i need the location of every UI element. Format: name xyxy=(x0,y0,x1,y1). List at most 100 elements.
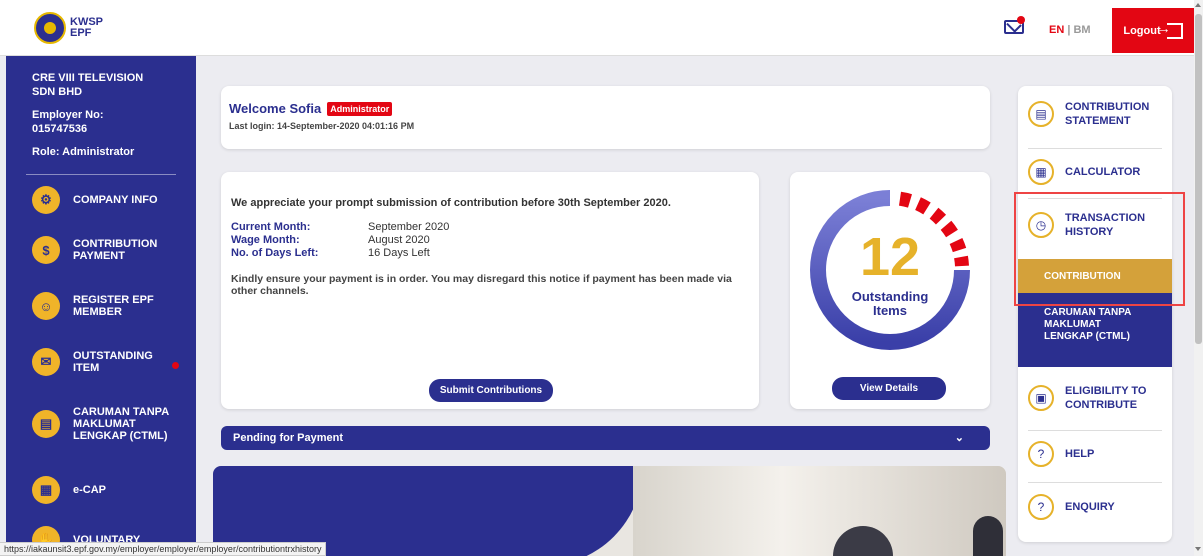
welcome-card: Welcome Sofia Administrator Last login: … xyxy=(221,86,990,149)
wage-month-row: Wage Month: August 2020 xyxy=(231,234,759,247)
page-scrollbar[interactable] xyxy=(1194,0,1203,556)
calculator-icon: ▦ xyxy=(1028,159,1054,185)
company-name-line1: CRE VIII TELEVISION xyxy=(32,72,144,84)
lang-en[interactable]: EN xyxy=(1049,24,1064,36)
menu-label-line1: ELIGIBILITY TO xyxy=(1065,385,1147,397)
scroll-thumb[interactable] xyxy=(1195,14,1202,344)
last-login: Last login: 14-September-2020 04:01:16 P… xyxy=(229,121,415,131)
submenu-contribution[interactable]: CONTRIBUTION xyxy=(1018,259,1172,293)
notice-info: Current Month: September 2020 Wage Month… xyxy=(231,221,759,260)
outstanding-alert-dot xyxy=(172,362,179,369)
menu-help[interactable]: ? HELP xyxy=(1028,441,1094,467)
menu-transaction-history[interactable]: ◷ TRANSACTION HISTORY xyxy=(1028,211,1145,239)
scroll-up-icon[interactable] xyxy=(1195,3,1201,7)
menu-label-line1: ENQUIRY xyxy=(1065,501,1115,513)
days-left-value: 16 Days Left xyxy=(368,247,430,259)
sidebar-item-outstanding-item[interactable]: ✉ OUTSTANDING ITEM xyxy=(32,348,173,376)
submenu-ctml[interactable]: CARUMAN TANPA MAKLUMAT LENGKAP (CTML) xyxy=(1018,293,1172,367)
current-month-value: September 2020 xyxy=(368,221,450,233)
menu-contribution-statement[interactable]: ▤ CONTRIBUTION STATEMENT xyxy=(1028,100,1149,128)
clock-icon: ◷ xyxy=(1028,212,1054,238)
notification-dot xyxy=(1017,16,1025,24)
gear-icon: ⚙ xyxy=(32,186,60,214)
menu-divider xyxy=(1028,430,1162,431)
sidebar-item-ctml[interactable]: ▤ CARUMAN TANPA MAKLUMAT LENGKAP (CTML) xyxy=(32,406,181,442)
submit-contributions-button[interactable]: Submit Contributions xyxy=(429,379,553,402)
role: Role: Administrator xyxy=(32,146,135,158)
logout-label: Logout xyxy=(1123,24,1161,37)
submenu-ctml-line2: MAKLUMAT xyxy=(1044,319,1102,330)
current-month-label: Current Month: xyxy=(231,221,311,233)
quick-links-panel: ▤ CONTRIBUTION STATEMENT ▦ CALCULATOR ◷ … xyxy=(1018,86,1172,542)
sidebar-item-label: e-CAP xyxy=(73,484,107,496)
language-switch: EN | BM xyxy=(1049,24,1091,36)
employer-no-label: Employer No: xyxy=(32,109,104,121)
sidebar-item-label: CARUMAN TANPA MAKLUMAT LENGKAP (CTML) xyxy=(73,406,169,442)
menu-label-line2: HISTORY xyxy=(1065,226,1114,238)
outstanding-label-line2: Items xyxy=(873,303,907,318)
outstanding-label: Outstanding Items xyxy=(790,290,990,318)
menu-calculator[interactable]: ▦ CALCULATOR xyxy=(1028,159,1140,185)
menu-label-line2: STATEMENT xyxy=(1065,115,1131,127)
current-month-row: Current Month: September 2020 xyxy=(231,221,759,234)
sidebar-item-register-member[interactable]: ☺ REGISTER EPF MEMBER xyxy=(32,292,173,320)
enquiry-icon: ? xyxy=(1028,494,1054,520)
logo-line2: EPF xyxy=(70,27,92,39)
sidebar-item-label: CONTRIBUTION PAYMENT xyxy=(73,238,158,262)
status-url: https://iakaunsit3.epf.gov.my/employer/e… xyxy=(0,542,327,556)
sidebar: CRE VIII TELEVISION SDN BHD Employer No:… xyxy=(6,56,196,548)
menu-eligibility[interactable]: ▣ ELIGIBILITY TO CONTRIBUTE xyxy=(1028,384,1147,412)
view-details-button[interactable]: View Details xyxy=(832,377,946,400)
employer-no: 015747536 xyxy=(32,123,88,135)
outstanding-count: 12 xyxy=(859,227,921,287)
sidebar-item-contribution-payment[interactable]: $ CONTRIBUTION PAYMENT xyxy=(32,236,173,264)
role-badge: Administrator xyxy=(327,101,393,116)
menu-divider xyxy=(1028,198,1162,199)
lang-bm[interactable]: BM xyxy=(1073,24,1090,36)
notice-message: We appreciate your prompt submission of … xyxy=(231,197,671,209)
menu-enquiry[interactable]: ? ENQUIRY xyxy=(1028,494,1115,520)
menu-label-line1: CALCULATOR xyxy=(1065,166,1141,178)
menu-label-line1: TRANSACTION xyxy=(1065,212,1146,224)
sidebar-item-label: COMPANY INFO xyxy=(73,194,158,206)
sidebar-item-label: REGISTER EPF MEMBER xyxy=(73,294,154,318)
help-icon: ? xyxy=(1028,441,1054,467)
scroll-down-icon[interactable] xyxy=(1195,547,1201,551)
menu-label-line1: CONTRIBUTION xyxy=(1065,101,1150,113)
banner-photo xyxy=(633,466,1006,556)
outstanding-items-card: 12 Outstanding Items View Details xyxy=(790,172,990,409)
add-member-icon: ☺ xyxy=(32,292,60,320)
eligibility-icon: ▣ xyxy=(1028,385,1054,411)
menu-divider xyxy=(1028,148,1162,149)
days-left-row: No. of Days Left: 16 Days Left xyxy=(231,247,759,260)
pending-label: Pending for Payment xyxy=(233,432,344,444)
pending-payment-accordion[interactable]: Pending for Payment ⌄ xyxy=(221,426,990,450)
logout-icon xyxy=(1157,20,1183,39)
company-name-line2: SDN BHD xyxy=(32,86,83,98)
outstanding-label-line1: Outstanding xyxy=(851,289,929,304)
wage-month-value: August 2020 xyxy=(368,234,430,246)
money-icon: $ xyxy=(32,236,60,264)
contribution-notice-card: We appreciate your prompt submission of … xyxy=(221,172,759,409)
payment-disclaimer: Kindly ensure your payment is in order. … xyxy=(231,273,732,297)
days-left-label: No. of Days Left: xyxy=(231,247,319,259)
submenu-ctml-line1: CARUMAN TANPA xyxy=(1044,307,1132,318)
top-bar: KWSP EPF EN | BM Logout xyxy=(0,0,1194,56)
kwsp-logo[interactable]: KWSP EPF xyxy=(34,12,103,44)
promo-banner xyxy=(213,466,1006,556)
statement-icon: ▤ xyxy=(1028,101,1054,127)
menu-label-line2: CONTRIBUTE xyxy=(1065,399,1138,411)
submenu-ctml-line3: LENGKAP (CTML) xyxy=(1044,331,1130,342)
bag-icon: ✉ xyxy=(32,348,60,376)
sidebar-divider xyxy=(26,174,176,175)
welcome-greeting: Welcome Sofia xyxy=(229,101,322,116)
sidebar-item-ecap[interactable]: ▦ e-CAP xyxy=(32,476,106,504)
company-info-block: CRE VIII TELEVISION SDN BHD Employer No:… xyxy=(6,56,196,158)
sidebar-item-label: OUTSTANDING ITEM xyxy=(73,350,153,374)
document-icon: ▤ xyxy=(32,410,60,438)
chevron-down-icon: ⌄ xyxy=(954,432,964,444)
shop-icon: ▦ xyxy=(32,476,60,504)
logout-button[interactable]: Logout xyxy=(1112,8,1194,53)
kwsp-emblem-icon xyxy=(34,12,66,44)
sidebar-item-company-info[interactable]: ⚙ COMPANY INFO xyxy=(32,186,158,214)
